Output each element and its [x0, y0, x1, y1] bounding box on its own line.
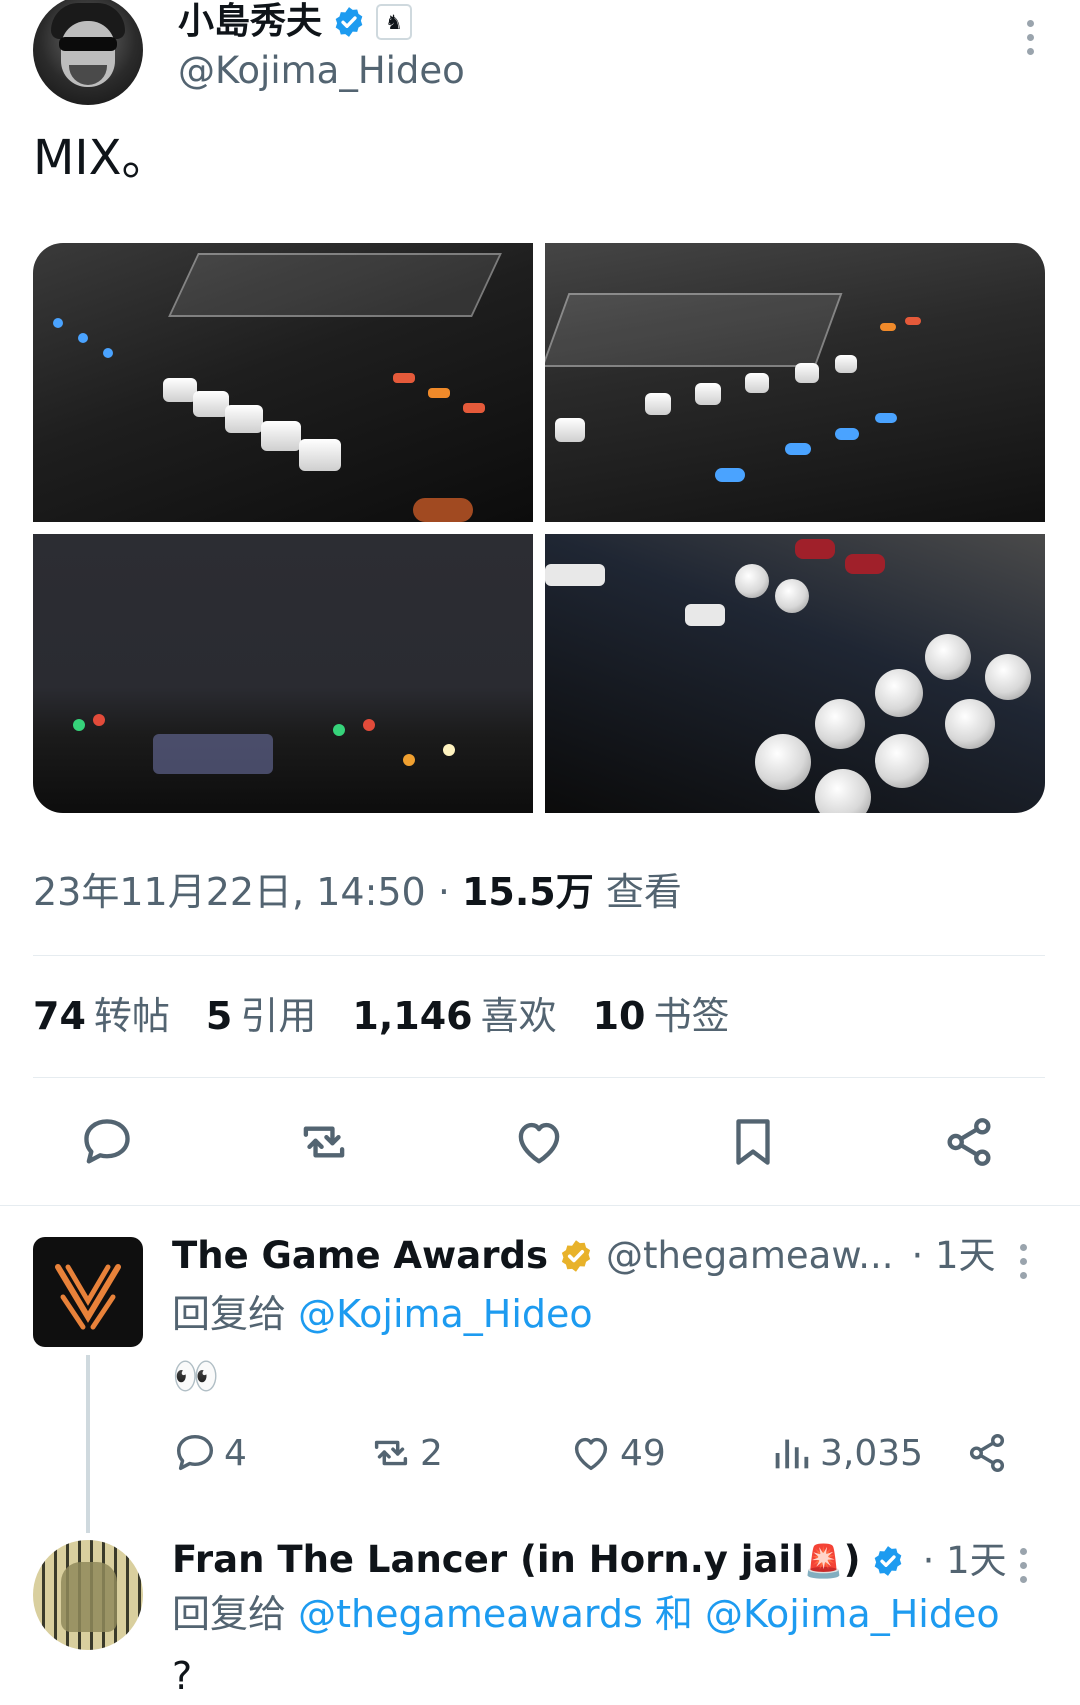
- author-name[interactable]: 小島秀夫: [178, 0, 322, 44]
- tweet-action-bar: [0, 1113, 1080, 1173]
- replying-to: 回复给 @thegameawards 和 @Kojima_Hideo: [172, 1592, 1000, 1636]
- reply-like-button[interactable]: 49: [568, 1430, 666, 1476]
- reply-text: ?: [172, 1654, 193, 1698]
- author-avatar[interactable]: [33, 0, 143, 105]
- divider: [0, 1205, 1080, 1206]
- photo-mixing-console-1[interactable]: [33, 243, 533, 522]
- reply-header: Fran The Lancer (in Horn.y jail🚨) · 1天: [172, 1536, 1007, 1585]
- mention-conjunction: 和: [654, 1592, 693, 1636]
- photo-console-closeup[interactable]: [33, 534, 533, 813]
- reply-retweet-button[interactable]: 2: [368, 1430, 443, 1476]
- tweet-detail-page: 小島秀夫 ♞ @Kojima_Hideo MIX。 23年11月22日, 14:…: [0, 0, 1080, 1705]
- reply-icon[interactable]: [78, 1113, 136, 1171]
- stat-likes[interactable]: 1,146 喜欢: [352, 992, 556, 1040]
- retweet-icon[interactable]: [295, 1113, 353, 1171]
- meta-separator: ·: [425, 870, 462, 914]
- mention-link[interactable]: @Kojima_Hideo: [705, 1592, 1000, 1636]
- stat-reposts[interactable]: 74 转帖: [33, 992, 170, 1040]
- stat-quotes[interactable]: 5 引用: [206, 992, 316, 1040]
- replying-to: 回复给 @Kojima_Hideo: [172, 1292, 593, 1336]
- verified-badge-icon: [335, 7, 363, 37]
- views-chart-icon: [775, 1439, 809, 1469]
- engagement-stats: 74 转帖 5 引用 1,146 喜欢 10 书签: [33, 992, 730, 1040]
- reply-reply-button[interactable]: 4: [172, 1430, 247, 1476]
- gold-verified-badge-icon: [561, 1240, 591, 1272]
- like-icon[interactable]: [510, 1113, 568, 1171]
- stat-bookmarks[interactable]: 10 书签: [593, 992, 730, 1040]
- photo-eq-knobs[interactable]: [545, 534, 1045, 813]
- reply-author-name[interactable]: Fran The Lancer (in Horn.y jail🚨): [172, 1536, 861, 1585]
- reply-author-name[interactable]: The Game Awards: [172, 1232, 548, 1280]
- divider: [33, 955, 1045, 956]
- reply-timestamp[interactable]: · 1天: [923, 1537, 1007, 1585]
- share-icon: [969, 1434, 1005, 1472]
- view-label: 查看: [605, 870, 682, 914]
- like-icon: [574, 1437, 608, 1471]
- reply-avatar-thegameawards[interactable]: [33, 1237, 143, 1347]
- bookmark-icon[interactable]: [724, 1113, 782, 1171]
- tweet-meta: 23年11月22日, 14:50 · 15.5万 查看: [33, 868, 682, 916]
- retweet-count: 2: [420, 1432, 443, 1474]
- like-count: 49: [620, 1432, 666, 1474]
- reply-header: The Game Awards @thegameaw... · 1天: [172, 1232, 996, 1280]
- reply-count: 4: [224, 1432, 247, 1474]
- reply-icon: [176, 1434, 214, 1471]
- author-handle[interactable]: @Kojima_Hideo: [178, 48, 465, 94]
- siren-emoji: 🚨: [803, 1542, 844, 1580]
- reply-views-button[interactable]: 3,035: [768, 1430, 923, 1476]
- view-count: 3,035: [820, 1432, 924, 1474]
- retweet-icon: [374, 1440, 408, 1466]
- verified-badge-icon: [874, 1545, 901, 1576]
- photo-mixing-console-2[interactable]: [545, 243, 1045, 522]
- media-grid: [33, 243, 1045, 813]
- more-options-icon[interactable]: [1025, 20, 1035, 55]
- divider: [33, 1077, 1045, 1078]
- reply-text: 👀: [172, 1354, 220, 1398]
- mention-link[interactable]: @Kojima_Hideo: [298, 1292, 593, 1336]
- tweet-date[interactable]: 23年11月22日, 14:50: [33, 870, 426, 914]
- reply-author-handle[interactable]: @thegameaw...: [606, 1232, 894, 1280]
- reply-timestamp[interactable]: · 1天: [911, 1232, 995, 1280]
- mention-link[interactable]: @thegameawards: [298, 1592, 643, 1636]
- more-options-icon[interactable]: [1018, 1244, 1028, 1279]
- author-name-row[interactable]: 小島秀夫 ♞: [178, 0, 413, 44]
- affiliation-badge-icon[interactable]: ♞: [376, 4, 413, 40]
- more-options-icon[interactable]: [1018, 1548, 1028, 1583]
- reply-action-bar: 4 2 49 3,035: [0, 1430, 1080, 1480]
- tweet-text: MIX。: [33, 130, 170, 186]
- reply-share-button[interactable]: [964, 1430, 1010, 1476]
- share-icon[interactable]: [940, 1113, 998, 1171]
- reply-avatar-fran[interactable]: [33, 1540, 143, 1650]
- view-count: 15.5万: [461, 870, 594, 914]
